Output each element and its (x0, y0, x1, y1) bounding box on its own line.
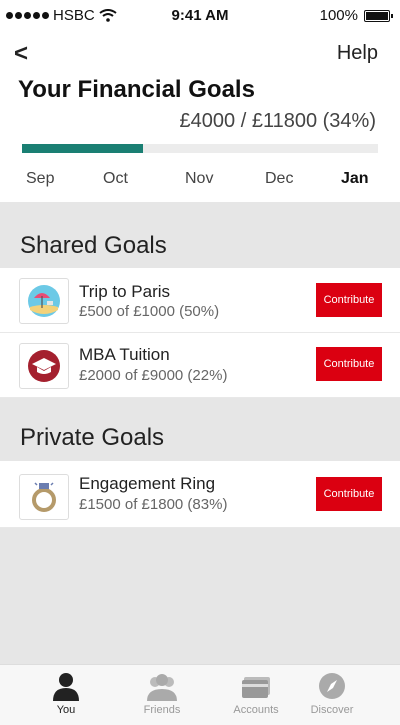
tab-label: Friends (143, 704, 181, 716)
tab-discover[interactable]: Discover (282, 665, 382, 725)
tab-friends[interactable]: Friends (112, 665, 212, 725)
month-oct[interactable]: Oct (103, 170, 128, 188)
goal-name: Trip to Paris (79, 282, 171, 301)
month-selector: Sep Oct Nov Dec Jan (0, 170, 400, 192)
total-progress-fill (22, 144, 144, 153)
card-icon (242, 677, 270, 698)
battery-group: 100% (319, 7, 393, 24)
beach-umbrella-icon (19, 278, 69, 324)
goal-name: Engagement Ring (79, 474, 216, 493)
tab-label: You (56, 704, 76, 716)
friends-icon (147, 674, 177, 701)
compass-icon (319, 673, 345, 699)
goal-row-trip-to-paris[interactable]: Trip to Paris £500 of £1000 (50%) Contri… (0, 268, 400, 333)
ring-icon (19, 474, 69, 520)
tab-label: Discover (310, 704, 354, 716)
goal-amount: £500 of £1000 (50%) (79, 303, 220, 320)
total-progress-bar (22, 144, 378, 153)
status-bar: HSBC 9:41 AM 100% (0, 0, 400, 30)
battery-percent: 100% (319, 7, 358, 24)
contribute-button[interactable]: Contribute (316, 477, 382, 511)
goal-name: MBA Tuition (79, 345, 170, 364)
month-dec[interactable]: Dec (265, 170, 293, 188)
month-jan[interactable]: Jan (341, 170, 369, 188)
month-nov[interactable]: Nov (185, 170, 213, 188)
goal-row-mba-tuition[interactable]: MBA Tuition £2000 of £9000 (22%) Contrib… (0, 333, 400, 398)
tab-you[interactable]: You (16, 665, 116, 725)
page-title: Your Financial Goals (18, 76, 255, 103)
back-button[interactable]: < (14, 42, 28, 66)
goal-amount: £1500 of £1800 (83%) (79, 496, 228, 513)
goal-amount: £2000 of £9000 (22%) (79, 367, 228, 384)
contribute-button[interactable]: Contribute (316, 283, 382, 317)
contribute-button[interactable]: Contribute (316, 347, 382, 381)
goal-row-engagement-ring[interactable]: Engagement Ring £1500 of £1800 (83%) Con… (0, 461, 400, 528)
goals-summary: £4000 / £11800 (34%) (179, 110, 376, 132)
battery-icon (364, 9, 393, 22)
private-goals-heading: Private Goals (20, 424, 165, 451)
goals-header: < Help Your Financial Goals £4000 / £118… (0, 30, 400, 202)
help-button[interactable]: Help (337, 42, 378, 65)
shared-goals-heading: Shared Goals (20, 232, 167, 259)
graduation-cap-icon (19, 343, 69, 389)
month-sep[interactable]: Sep (26, 170, 54, 188)
person-icon (53, 673, 79, 701)
tab-bar: You Friends Accounts Discover (0, 664, 400, 725)
